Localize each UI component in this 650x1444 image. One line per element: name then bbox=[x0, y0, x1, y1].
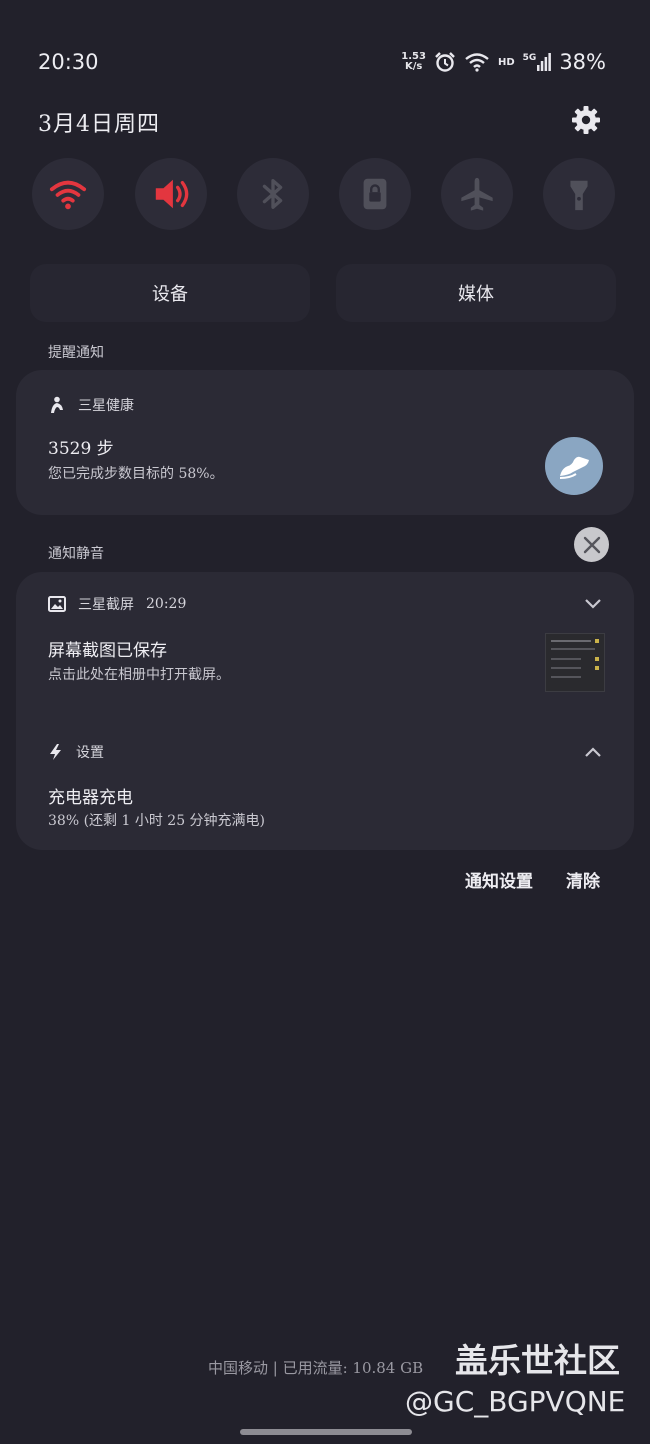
toggle-airplane[interactable] bbox=[441, 158, 513, 230]
health-app-row: 三星健康 bbox=[48, 395, 134, 415]
screenshot-time: 20:29 bbox=[146, 596, 187, 612]
toggle-bluetooth[interactable] bbox=[237, 158, 309, 230]
clear-button[interactable]: 清除 bbox=[566, 867, 600, 892]
wifi-icon bbox=[49, 180, 87, 210]
status-time: 20:30 bbox=[38, 50, 99, 74]
toggle-wifi[interactable] bbox=[32, 158, 104, 230]
cellular-bars-icon bbox=[537, 53, 552, 71]
hd-label: HD bbox=[497, 56, 515, 68]
status-icons: 1.53 K/s HD 5G 38% bbox=[401, 50, 606, 74]
airplane-icon bbox=[461, 177, 493, 211]
media-output-label: 媒体 bbox=[458, 284, 494, 305]
health-progress-text: 您已完成步数目标的 58%。 bbox=[48, 466, 224, 482]
net-speed: 1.53 K/s bbox=[401, 52, 426, 72]
carrier-usage-text: 中国移动 | 已用流量: 10.84 GB bbox=[208, 1359, 424, 1377]
battery-level: 38% bbox=[559, 50, 606, 74]
screenshot-title: 屏幕截图已保存 bbox=[48, 641, 167, 661]
charging-text: 38% (还剩 1 小时 25 分钟充满电) bbox=[48, 813, 266, 829]
image-icon bbox=[48, 596, 66, 612]
date-label: 3月4日周四 bbox=[38, 112, 160, 137]
section-alerts-label: 提醒通知 bbox=[48, 345, 104, 361]
health-app-name: 三星健康 bbox=[78, 398, 134, 414]
samsung-health-icon bbox=[51, 396, 63, 413]
health-shoe-badge bbox=[545, 437, 603, 495]
toggle-sound[interactable] bbox=[135, 158, 207, 230]
chevron-up-icon[interactable] bbox=[584, 746, 602, 758]
charging-app-row[interactable]: 设置 bbox=[48, 742, 104, 762]
silent-notifications-card: 三星截屏 20:29 屏幕截图已保存 点击此处在相册中打开截屏。 设置 充电器充… bbox=[16, 572, 634, 850]
charging-title: 充电器充电 bbox=[48, 788, 133, 808]
home-gesture-bar[interactable] bbox=[240, 1429, 412, 1435]
dismiss-silent-button[interactable] bbox=[574, 527, 609, 562]
health-notification[interactable]: 三星健康 3529 步 您已完成步数目标的 58%。 bbox=[16, 370, 634, 515]
screenshot-thumbnail[interactable] bbox=[545, 633, 605, 692]
flashlight-icon bbox=[570, 180, 588, 211]
toggle-flashlight[interactable] bbox=[543, 158, 615, 230]
alarm-icon bbox=[435, 52, 455, 72]
gear-icon[interactable] bbox=[570, 104, 602, 136]
cellular-icon: 5G bbox=[523, 53, 552, 71]
lock-icon bbox=[363, 178, 387, 210]
wifi-icon bbox=[465, 53, 489, 72]
close-icon bbox=[583, 536, 600, 553]
screenshot-text: 点击此处在相册中打开截屏。 bbox=[48, 667, 230, 683]
screenshot-app-name: 三星截屏 bbox=[78, 597, 134, 613]
speaker-icon bbox=[155, 179, 189, 209]
screenshot-app-row[interactable]: 三星截屏 20:29 bbox=[48, 594, 186, 614]
lightning-icon bbox=[50, 744, 61, 760]
notification-settings-button[interactable]: 通知设置 bbox=[465, 867, 533, 892]
chevron-down-icon[interactable] bbox=[584, 598, 602, 610]
toggle-rotation-lock[interactable] bbox=[339, 158, 411, 230]
health-steps: 3529 步 bbox=[48, 439, 114, 459]
section-silent-label: 通知静音 bbox=[48, 546, 104, 562]
signal-label: 5G bbox=[522, 53, 537, 63]
media-output-button[interactable]: 媒体 bbox=[336, 264, 616, 322]
bluetooth-icon bbox=[262, 179, 283, 209]
watermark-title: 盖乐世社区 bbox=[455, 1341, 620, 1380]
charging-app-name: 设置 bbox=[76, 745, 104, 761]
watermark-user: @GC_BGPVQNE bbox=[405, 1385, 626, 1418]
net-speed-unit: K/s bbox=[404, 61, 423, 72]
shoe-icon bbox=[559, 456, 589, 479]
device-output-label: 设备 bbox=[152, 284, 188, 305]
device-output-button[interactable]: 设备 bbox=[30, 264, 310, 322]
